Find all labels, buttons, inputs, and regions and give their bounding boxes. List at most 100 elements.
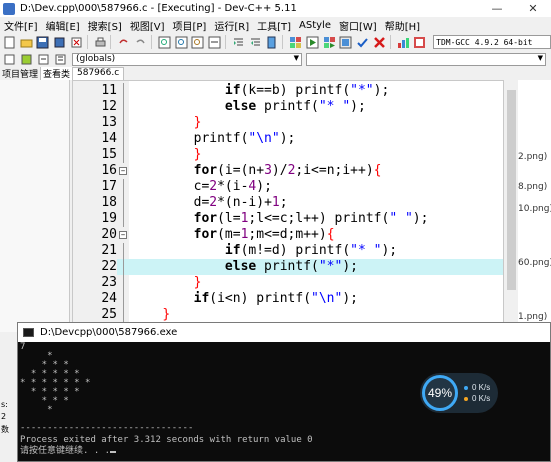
rebuild-icon[interactable] <box>338 35 353 49</box>
left-under-text: 2 <box>1 412 7 421</box>
fold-guide-line <box>123 195 124 211</box>
compiler-select[interactable]: TDM-GCC 4.9.2 64-bit <box>433 35 551 49</box>
code-text: if(k==b) printf("*"); <box>224 83 390 98</box>
tab-project-manager[interactable]: 项目管理 <box>0 67 42 80</box>
editor-tab-file[interactable]: 587966.c <box>72 67 125 80</box>
fold-guide-line <box>123 131 124 147</box>
menu-edit[interactable]: 编辑[E] <box>42 18 84 33</box>
file-list-item[interactable]: 10.png) <box>518 204 551 214</box>
profile-icon[interactable] <box>412 35 427 49</box>
new-file-icon[interactable] <box>2 35 17 49</box>
code-line[interactable]: 23 } <box>73 275 503 291</box>
function-select[interactable]: ▼ <box>306 52 546 66</box>
indent-icon[interactable] <box>231 35 246 49</box>
line-number: 17 <box>73 179 117 195</box>
chart-icon[interactable] <box>396 35 411 49</box>
compile-icon[interactable] <box>288 35 303 49</box>
insert-icon[interactable] <box>19 52 34 66</box>
open-file-icon[interactable] <box>19 35 34 49</box>
secondary-toolbar: (globals) ▼ ▼ <box>0 51 551 67</box>
toolbar-separator <box>224 35 226 49</box>
code-text: else printf("*"); <box>224 259 358 274</box>
menu-tools[interactable]: 工具[T] <box>253 18 295 33</box>
code-line[interactable]: 19 for(l=1;l<=c;l++) printf(" "); <box>73 211 503 227</box>
line-number: 12 <box>73 99 117 115</box>
menu-window[interactable]: 窗口[W] <box>335 18 381 33</box>
code-line[interactable]: 21 if(m!=d) printf("* "); <box>73 243 503 259</box>
network-speed-widget[interactable]: 49% 0 K/s 0 K/s <box>420 373 498 413</box>
fold-toggle-icon[interactable]: − <box>119 167 127 175</box>
fold-guide-line <box>123 243 124 259</box>
code-text: d=2*(n-i)+1; <box>131 195 288 210</box>
menu-file[interactable]: 文件[F] <box>0 18 42 33</box>
file-list-item[interactable]: 8.png) <box>518 182 547 192</box>
file-list-item[interactable]: 60.png) <box>518 258 551 268</box>
toggle-icon[interactable] <box>36 52 51 66</box>
save-all-icon[interactable] <box>52 35 67 49</box>
toolbar-separator <box>110 35 112 49</box>
code-line[interactable]: 17 c=2*(i-4); <box>73 179 503 195</box>
code-editor[interactable]: 11 if(k==b) printf("*"); 12 else printf("… <box>72 80 504 325</box>
fold-toggle-icon[interactable]: − <box>119 231 127 239</box>
window-controls: — ✕ <box>479 0 551 17</box>
tab-class-browser[interactable]: 查看类 <box>41 67 74 80</box>
console-exit-message: Process exited after 3.312 seconds with … <box>20 435 313 445</box>
menu-astyle[interactable]: AStyle <box>295 20 335 31</box>
code-line[interactable]: 11 if(k==b) printf("*"); <box>73 83 503 99</box>
new-class-icon[interactable] <box>2 52 17 66</box>
console-line: * <box>20 405 53 415</box>
menu-search[interactable]: 搜索[S] <box>84 18 126 33</box>
line-number: 22 <box>73 259 117 275</box>
code-line[interactable]: 20− for(m=1;m<=d;m++){ <box>73 227 503 243</box>
editor-scrollbar[interactable] <box>505 80 518 325</box>
close-button[interactable]: ✕ <box>515 0 551 17</box>
scope-select[interactable]: (globals) ▼ <box>72 52 302 66</box>
code-line[interactable]: 13 } <box>73 115 503 131</box>
code-text: } <box>193 115 202 130</box>
run-icon[interactable] <box>305 35 320 49</box>
menu-help[interactable]: 帮助[H] <box>381 18 424 33</box>
line-number: 21 <box>73 243 117 259</box>
find-files-icon[interactable] <box>190 35 205 49</box>
download-rate-value: 0 K/s <box>472 394 491 403</box>
line-number: 18 <box>73 195 117 211</box>
bookmark-icon[interactable] <box>264 35 279 49</box>
unindent-icon[interactable] <box>248 35 263 49</box>
undo-icon[interactable] <box>116 35 131 49</box>
console-prompt: 请按任意键继续. . . <box>20 446 111 456</box>
check-icon[interactable] <box>355 35 370 49</box>
replace-icon[interactable] <box>174 35 189 49</box>
console-title: D:\Devcpp\000\587966.exe <box>40 327 178 338</box>
code-line[interactable]: 18 d=2*(n-i)+1; <box>73 195 503 211</box>
left-under-text: s: <box>1 400 8 409</box>
file-list-item[interactable]: 1.png) <box>518 312 547 322</box>
console-separator-line: -------------------------------- <box>20 423 194 433</box>
redo-icon[interactable] <box>133 35 148 49</box>
fold-guide-line <box>123 275 124 291</box>
menu-run[interactable]: 运行[R] <box>210 18 253 33</box>
download-dot-icon <box>464 396 468 401</box>
find-icon[interactable] <box>157 35 172 49</box>
net-rates: 0 K/s 0 K/s <box>464 383 490 403</box>
goto-line-icon[interactable] <box>207 35 222 49</box>
code-text: if(i<n) printf("\n"); <box>193 291 358 306</box>
code-line[interactable]: 25 } <box>73 307 503 323</box>
stop-icon[interactable] <box>372 35 387 49</box>
compile-run-icon[interactable] <box>322 35 337 49</box>
save-icon[interactable] <box>36 35 51 49</box>
code-line[interactable]: 24 if(i<n) printf("\n"); <box>73 291 503 307</box>
code-line[interactable]: 22 else printf("*"); <box>73 259 503 275</box>
menu-project[interactable]: 项目[P] <box>169 18 211 33</box>
code-line[interactable]: 12 else printf("* "); <box>73 99 503 115</box>
minimize-button[interactable]: — <box>479 0 515 17</box>
code-line[interactable]: 16− for(i=(n+3)/2;i<=n;i++){ <box>73 163 503 179</box>
goto-icon[interactable] <box>53 52 68 66</box>
code-line[interactable]: 15 } <box>73 147 503 163</box>
code-line[interactable]: 14 printf("\n"); <box>73 131 503 147</box>
menu-view[interactable]: 视图[V] <box>126 18 169 33</box>
fold-guide-line <box>123 115 124 131</box>
editor-scrollbar-thumb[interactable] <box>507 90 516 290</box>
close-file-icon[interactable] <box>69 35 84 49</box>
print-icon[interactable] <box>93 35 108 49</box>
file-list-item[interactable]: 2.png) <box>518 152 547 162</box>
